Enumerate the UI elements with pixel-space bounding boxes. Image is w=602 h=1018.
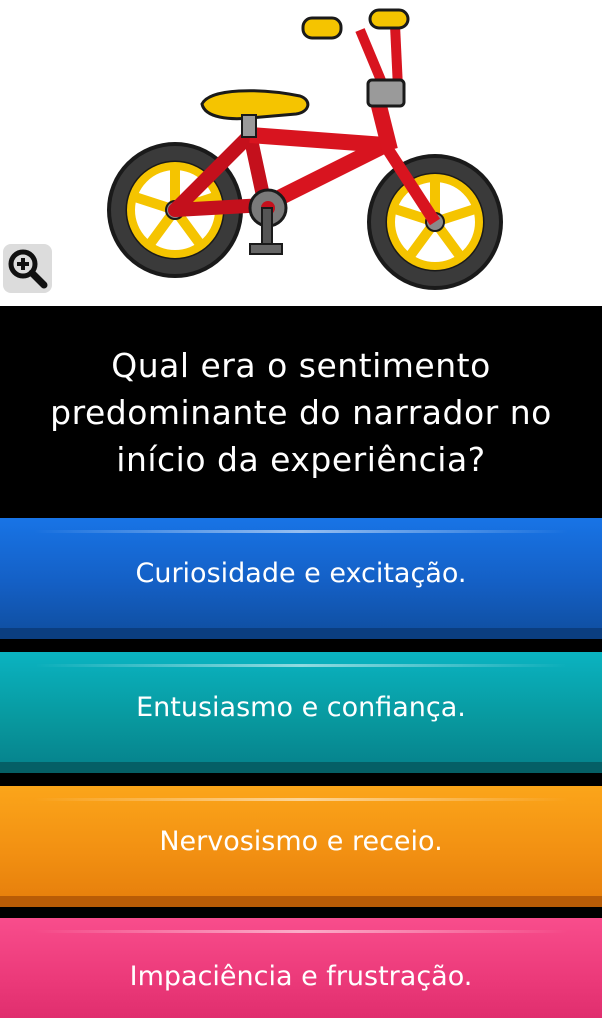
button-highlight	[34, 530, 568, 533]
button-highlight	[34, 798, 568, 801]
answer-label-3: Nervosismo e receio.	[159, 826, 443, 857]
button-highlight	[34, 930, 568, 933]
bicycle-icon	[107, 8, 503, 290]
button-highlight	[34, 664, 568, 667]
answer-button-4[interactable]: Impaciência e frustração.	[0, 918, 602, 1018]
button-shadow	[0, 762, 602, 773]
answer-button-2[interactable]: Entusiasmo e confiança.	[0, 652, 602, 773]
zoom-in-icon	[8, 249, 48, 289]
button-shadow	[0, 628, 602, 639]
zoom-in-button[interactable]	[3, 244, 52, 293]
question-image	[0, 0, 602, 306]
button-shadow	[0, 896, 602, 907]
answer-label-4: Impaciência e frustração.	[129, 960, 473, 992]
answer-button-1[interactable]: Curiosidade e excitação.	[0, 518, 602, 639]
answer-label-2: Entusiasmo e confiança.	[136, 692, 466, 723]
question-line-1: Qual era o sentimento	[111, 345, 491, 385]
question-line-2: predominante do narrador no	[50, 392, 552, 432]
answer-button-3[interactable]: Nervosismo e receio.	[0, 786, 602, 907]
answer-label-1: Curiosidade e excitação.	[135, 558, 467, 589]
question-text: Qual era o sentimento predominante do na…	[0, 306, 602, 518]
question-line-3: início da experiência?	[116, 439, 486, 479]
